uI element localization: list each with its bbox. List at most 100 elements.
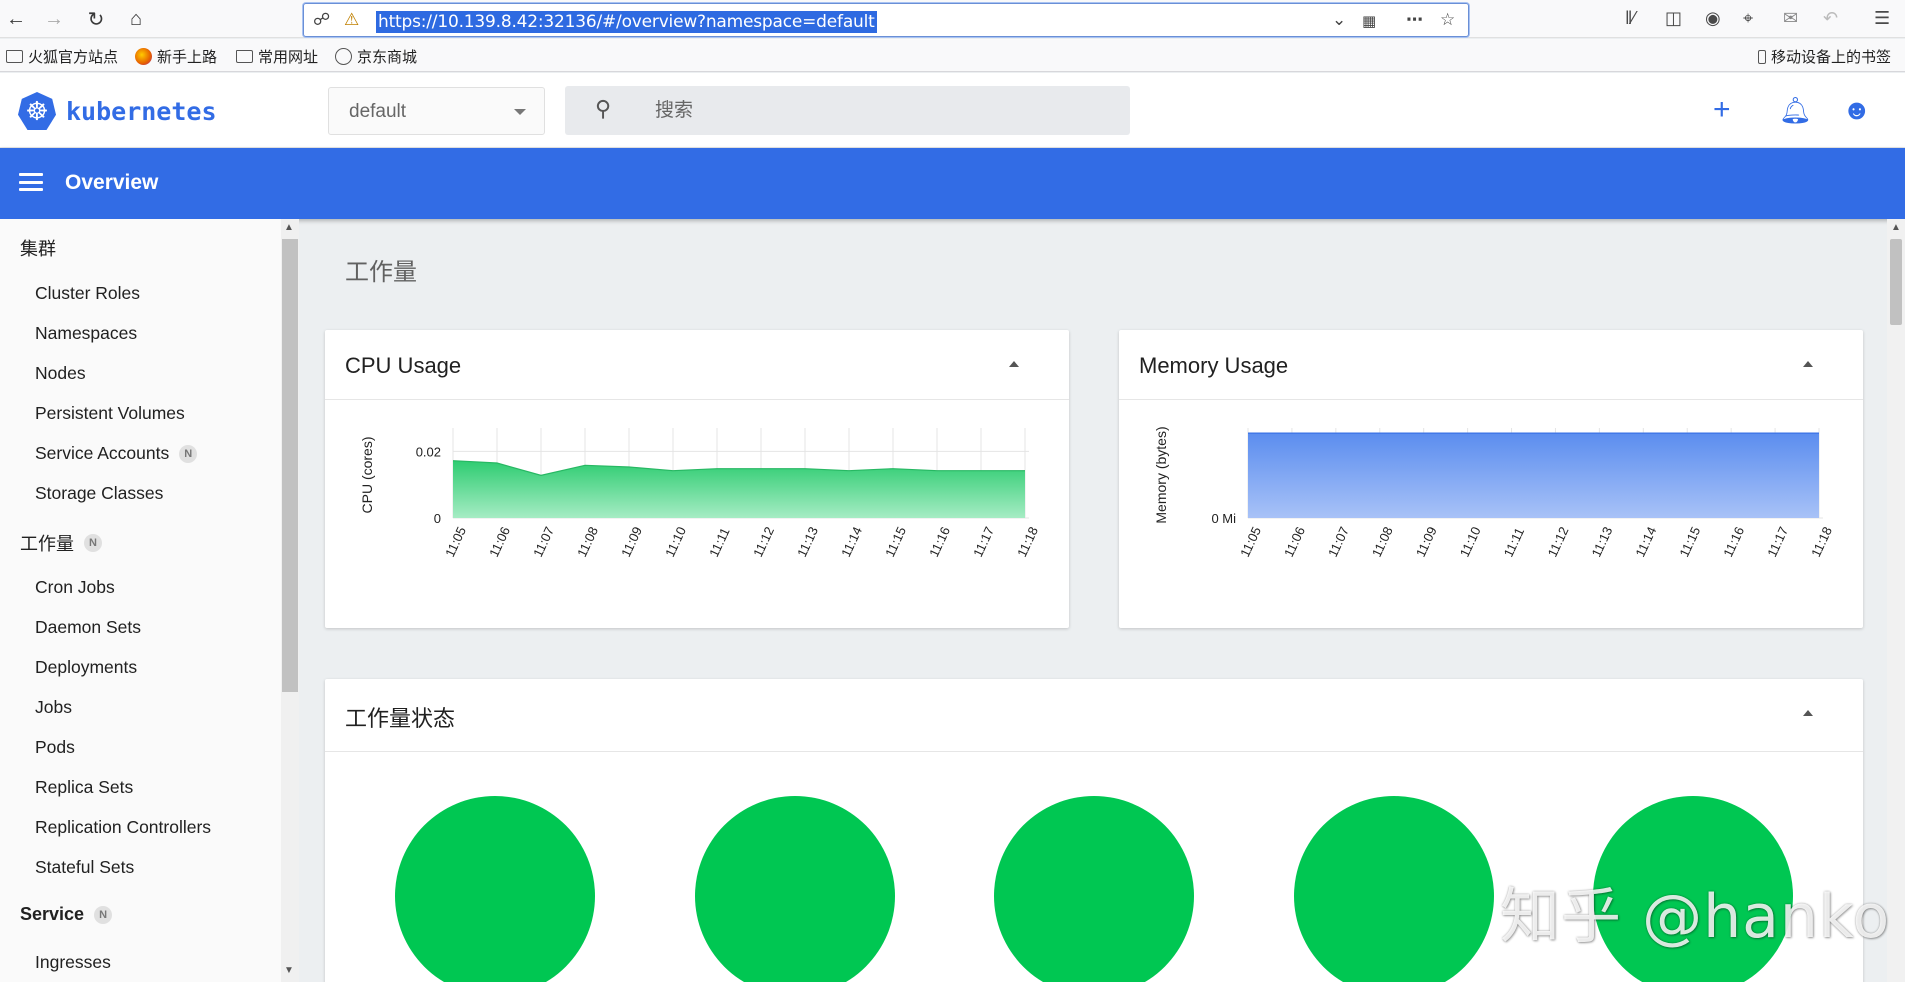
kubernetes-logo[interactable]: ☸ kubernetes — [18, 92, 217, 130]
helm-wheel-icon: ☸ — [18, 92, 56, 130]
card-header: CPU Usage — [325, 330, 1069, 400]
status-pie-chart[interactable] — [1294, 796, 1494, 982]
sidebar-item-persistent-volumes[interactable]: Persistent Volumes — [35, 403, 185, 424]
bookmarks-bar: 火狐官方站点 新手上路 常用网址 京东商城 移动设备上的书签 — [0, 39, 1905, 72]
home-icon[interactable]: ⌂ — [122, 6, 150, 32]
more-actions-icon[interactable]: ⋯ — [1406, 10, 1423, 30]
notifications-bell-icon[interactable]: 🔔︎ — [1779, 97, 1812, 123]
scrollbar-thumb[interactable] — [282, 239, 298, 692]
sidebar-item-stateful-sets[interactable]: Stateful Sets — [35, 857, 134, 878]
sidebar-item-cluster-roles[interactable]: Cluster Roles — [35, 283, 140, 304]
mobile-bookmarks[interactable]: 移动设备上的书签 — [1758, 46, 1891, 67]
namespace-value: default — [349, 101, 406, 123]
sidebar-section-workloads[interactable]: 工作量 N — [20, 530, 102, 556]
sidebar-item-replication-controllers[interactable]: Replication Controllers — [35, 817, 211, 838]
chevron-down-icon[interactable]: ⌄ — [1332, 10, 1346, 30]
cpu-usage-chart: 00.0211:0511:0611:0711:0811:0911:1011:11… — [325, 400, 1069, 628]
x-tick-label: 11:12 — [1545, 524, 1572, 559]
sidebar-item-replica-sets[interactable]: Replica Sets — [35, 777, 133, 798]
x-tick-label: 11:08 — [574, 524, 601, 559]
sidebar-scrollbar[interactable]: ▲ ▼ — [281, 219, 299, 982]
card-title: CPU Usage — [345, 353, 461, 379]
menu-icon[interactable]: ☰ — [1874, 8, 1890, 29]
namespaced-badge: N — [179, 445, 197, 463]
scroll-down-icon[interactable]: ▼ — [284, 965, 294, 976]
sidebar-section-service[interactable]: Service N — [20, 904, 112, 925]
collapse-caret-icon[interactable] — [1009, 361, 1019, 367]
card-title: Memory Usage — [1139, 353, 1288, 379]
x-tick-label: 11:18 — [1014, 524, 1041, 559]
title-bar: Overview — [0, 148, 1905, 219]
shield-icon[interactable]: ☍ — [313, 10, 330, 30]
watermark: 知乎 @hanko — [1500, 868, 1890, 955]
screenshot-icon[interactable]: ⌖ — [1743, 8, 1753, 29]
scroll-up-icon[interactable]: ▲ — [284, 222, 294, 233]
sidebar-item-storage-classes[interactable]: Storage Classes — [35, 483, 163, 504]
account-circle-icon[interactable]: ☻ — [1842, 97, 1871, 123]
undo-icon[interactable]: ↶ — [1823, 8, 1838, 29]
account-icon[interactable]: ◉ — [1705, 8, 1721, 29]
sidebar-item-pods[interactable]: Pods — [35, 737, 75, 758]
back-icon[interactable]: ← — [2, 6, 30, 32]
status-pie-chart[interactable] — [994, 796, 1194, 982]
qrcode-icon[interactable]: ▦ — [1362, 12, 1376, 30]
sidebar-item-cron-jobs[interactable]: Cron Jobs — [35, 577, 115, 598]
x-tick-label: 11:17 — [970, 524, 997, 559]
x-tick-label: 11:09 — [1413, 524, 1440, 559]
x-tick-label: 11:14 — [838, 524, 865, 559]
card-header: 工作量状态 — [325, 679, 1863, 752]
card-header: Memory Usage — [1119, 330, 1863, 400]
bookmark-item[interactable]: 新手上路 — [135, 46, 217, 67]
x-tick-label: 11:11 — [1501, 525, 1528, 559]
sidebar-toggle-icon[interactable]: ◫ — [1665, 8, 1682, 29]
browser-toolbar: ← → ↻ ⌂ ☍ ⚠ https://10.139.8.42:32136/#/… — [0, 0, 1905, 38]
collapse-caret-icon[interactable] — [1803, 361, 1813, 367]
x-tick-label: 11:09 — [618, 524, 645, 559]
sidebar-item-service-accounts[interactable]: Service Accounts N — [35, 443, 197, 464]
firefox-icon — [135, 48, 152, 65]
sidebar-item-deployments[interactable]: Deployments — [35, 657, 137, 678]
sidebar-item-jobs[interactable]: Jobs — [35, 697, 72, 718]
bookmark-item[interactable]: 京东商城 — [335, 46, 417, 67]
reload-icon[interactable]: ↻ — [82, 6, 110, 32]
x-tick-label: 11:10 — [1457, 524, 1484, 559]
y-tick-label: 0.02 — [416, 444, 441, 459]
y-tick-label: 0 Mi — [1211, 511, 1236, 526]
sidebar-item-daemon-sets[interactable]: Daemon Sets — [35, 617, 141, 638]
url-bar[interactable]: ☍ ⚠ https://10.139.8.42:32136/#/overview… — [303, 3, 1469, 37]
memory-usage-chart: 0 Mi11:0511:0611:0711:0811:0911:1011:111… — [1119, 400, 1863, 628]
x-tick-label: 11:16 — [926, 524, 953, 559]
x-tick-label: 11:14 — [1632, 524, 1659, 559]
sidebar-item-nodes[interactable]: Nodes — [35, 363, 86, 384]
namespace-select[interactable]: default — [328, 87, 545, 135]
sidebar-section-cluster[interactable]: 集群 — [20, 235, 56, 261]
status-pie-chart[interactable] — [695, 796, 895, 982]
sidebar-item-namespaces[interactable]: Namespaces — [35, 323, 137, 344]
star-icon[interactable]: ☆ — [1440, 10, 1455, 30]
x-tick-label: 11:06 — [1281, 524, 1308, 559]
namespaced-badge: N — [94, 906, 112, 924]
search-bar[interactable]: ⚲ — [565, 86, 1130, 135]
x-tick-label: 11:08 — [1369, 524, 1396, 559]
insecure-lock-icon[interactable]: ⚠ — [344, 10, 359, 30]
scroll-up-icon[interactable]: ▲ — [1891, 222, 1901, 233]
forward-icon[interactable]: → — [40, 6, 68, 32]
bookmark-item[interactable]: 常用网址 — [236, 46, 318, 67]
bookmark-item[interactable]: 火狐官方站点 — [6, 46, 118, 67]
collapse-caret-icon[interactable] — [1803, 710, 1813, 716]
mobile-icon — [1758, 50, 1766, 64]
search-icon: ⚲ — [595, 96, 611, 122]
library-icon[interactable]: ‖⁄ — [1625, 8, 1635, 29]
create-plus-icon[interactable]: + — [1713, 97, 1731, 123]
url-text[interactable]: https://10.139.8.42:32136/#/overview?nam… — [376, 11, 877, 33]
x-tick-label: 11:18 — [1808, 524, 1835, 559]
memory-y-label: Memory (bytes) — [1153, 426, 1169, 523]
scrollbar-thumb[interactable] — [1890, 239, 1902, 325]
cpu-y-label: CPU (cores) — [359, 436, 375, 513]
x-tick-label: 11:16 — [1720, 524, 1747, 559]
hamburger-menu-icon[interactable] — [19, 173, 43, 191]
search-input[interactable] — [655, 96, 1055, 124]
status-pie-chart[interactable] — [395, 796, 595, 982]
chat-icon[interactable]: ✉ — [1783, 8, 1798, 29]
sidebar-item-ingresses[interactable]: Ingresses — [35, 952, 111, 973]
